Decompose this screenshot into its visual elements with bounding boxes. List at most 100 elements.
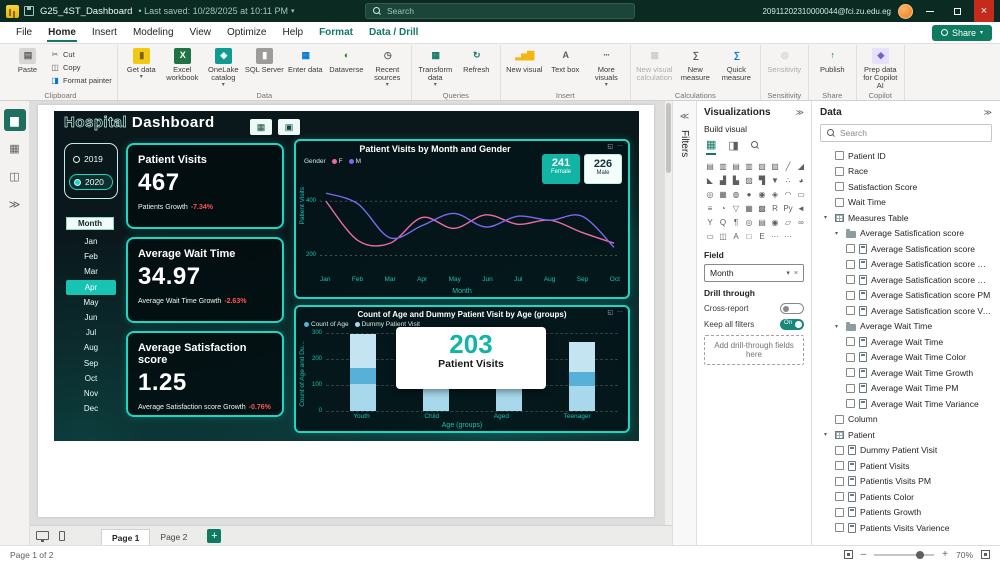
field-checkbox[interactable] — [835, 198, 844, 207]
drill-through-dropzone[interactable]: Add drill-through fields here — [704, 335, 804, 365]
month-item-mar[interactable]: Mar — [66, 264, 116, 279]
prep-data-for-copilot-ai-button[interactable]: ◆Prep data for Copilot AI — [860, 45, 901, 91]
field-well-month[interactable]: Month ▾ × — [704, 264, 804, 282]
quick-measure-button[interactable]: ∑Quick measure — [716, 45, 757, 91]
stacked-area-chart-icon[interactable]: ◣ — [704, 174, 716, 186]
report-page[interactable]: Hospital Dashboard ▦▣ 20192020 Month Jan… — [38, 105, 654, 517]
field-checkbox[interactable] — [846, 260, 855, 269]
menu-help[interactable]: Help — [274, 23, 311, 42]
paste-button[interactable]: ▤Paste — [7, 45, 48, 91]
format-visual-tab-icon[interactable]: ◨ — [728, 139, 738, 154]
field-checkbox[interactable] — [835, 492, 844, 501]
field-checkbox[interactable] — [846, 399, 855, 408]
e-chart-icon[interactable]: E — [756, 230, 768, 242]
field-item-patients-color[interactable]: Patients Color — [820, 489, 992, 505]
page-tab-page-1[interactable]: Page 1 — [101, 529, 150, 545]
month-item-oct[interactable]: Oct — [66, 371, 116, 386]
fit-to-page-icon[interactable] — [844, 550, 853, 559]
close-button[interactable]: × — [974, 0, 994, 22]
field-item-dummy-patient-visit[interactable]: Dummy Patient Visit — [820, 443, 992, 459]
month-item-jan[interactable]: Jan — [66, 234, 116, 249]
pie-chart-icon[interactable]: ◕ — [795, 174, 807, 186]
kpi-card-average-satisfaction[interactable]: Average Satisfaction score 1.25 Average … — [126, 331, 284, 417]
treemap-icon[interactable]: ▦ — [717, 188, 729, 200]
remove-field-icon[interactable]: × — [794, 270, 798, 277]
table-view-icon[interactable]: ▦ — [4, 137, 26, 159]
clustered-column-chart-icon[interactable]: ▥ — [743, 160, 755, 172]
donut-chart-icon[interactable]: ◎ — [704, 188, 716, 200]
stacked-column-chart-icon[interactable]: ▥ — [717, 160, 729, 172]
publish-button[interactable]: ↑Publish — [812, 45, 853, 91]
field-checkbox[interactable] — [846, 275, 855, 284]
data-search-input[interactable] — [840, 128, 985, 138]
collapse-pane-icon[interactable]: ≫ — [796, 108, 804, 117]
text-slicer-icon[interactable]: A — [730, 230, 742, 242]
add-page-button[interactable]: + — [207, 529, 221, 543]
month-item-jun[interactable]: Jun — [66, 310, 116, 325]
legend-item-m[interactable]: M — [349, 158, 361, 165]
clustered-bar-chart-icon[interactable]: ▤ — [730, 160, 742, 172]
field-checkbox[interactable] — [846, 244, 855, 253]
python-visual-icon[interactable]: Py — [782, 202, 794, 214]
field-checkbox[interactable] — [835, 415, 844, 424]
field-checkbox[interactable] — [846, 353, 855, 362]
desktop-view-icon[interactable] — [36, 531, 49, 540]
restore-button[interactable] — [947, 0, 967, 22]
year-slicer[interactable]: 20192020 — [64, 143, 118, 199]
map-icon[interactable]: ◍ — [730, 188, 742, 200]
bar-chart-visual[interactable]: ◱··· Count of Age and Dummy Patient Visi… — [294, 305, 630, 433]
100-stacked-column-chart-icon[interactable]: ▨ — [769, 160, 781, 172]
visual-header-icons[interactable]: ◱··· — [607, 143, 623, 150]
report-view-icon[interactable]: ▆ — [4, 109, 26, 131]
card-icon[interactable]: ▭ — [795, 188, 807, 200]
field-dropdown-icon[interactable]: ▾ — [786, 269, 790, 277]
dataverse-button[interactable]: ◐Dataverse — [326, 45, 367, 91]
bar-teenager[interactable] — [569, 342, 595, 411]
expand-chevron-icon[interactable]: ▾ — [835, 230, 842, 237]
month-item-dec[interactable]: Dec — [66, 401, 116, 416]
transform-data-button[interactable]: ▦Transform data▾ — [415, 45, 456, 91]
field-item-average-satisfication-score-pm[interactable]: Average Satisfication score PM — [820, 288, 992, 304]
funnel-chart-icon[interactable]: ▼ — [769, 174, 781, 186]
line-clustered-column-chart-icon[interactable]: ▙ — [730, 174, 742, 186]
menu-home[interactable]: Home — [40, 23, 84, 42]
scatter-chart-icon[interactable]: ∴ — [782, 174, 794, 186]
new-card-icon[interactable]: ▭ — [704, 230, 716, 242]
enter-data-button[interactable]: ▦Enter data — [285, 45, 326, 91]
gauge-icon[interactable]: ◠ — [782, 188, 794, 200]
canvas-scrollbar[interactable] — [665, 101, 672, 525]
format-painter-button[interactable]: ◨Format painter — [50, 75, 112, 85]
bookmark-icon[interactable]: ▦ — [250, 119, 272, 135]
field-item-average-satisfication-score-gro[interactable]: Average Satisfication score Gro... — [820, 272, 992, 288]
menu-optimize[interactable]: Optimize — [219, 23, 274, 42]
visual-header-icons[interactable]: ◱··· — [607, 309, 623, 316]
dax-query-view-icon[interactable]: ≫ — [4, 193, 26, 215]
line-chart-icon[interactable]: ╱ — [782, 160, 794, 172]
menu-modeling[interactable]: Modeling — [125, 23, 182, 42]
field-item-patient-visits[interactable]: Patient Visits — [820, 458, 992, 474]
kpi-card-patient-visits[interactable]: Patient Visits 467 Patients Growth-7.34% — [126, 143, 284, 229]
reset-filters-icon[interactable]: ▣ — [278, 119, 300, 135]
recent-sources-button[interactable]: ◷Recent sources▾ — [367, 45, 408, 91]
legend-item-count-of-age[interactable]: Count of Age — [304, 321, 349, 328]
text-box-button[interactable]: AText box — [545, 45, 586, 91]
field-item-patients-growth[interactable]: Patients Growth — [820, 505, 992, 521]
line-chart-plot[interactable] — [320, 181, 620, 273]
field-item-measures-table[interactable]: ▾Measures Table — [820, 210, 992, 226]
button-slicer-icon[interactable]: □ — [743, 230, 755, 242]
azure-map-icon[interactable]: ◈ — [769, 188, 781, 200]
zoom-slider[interactable] — [874, 554, 934, 556]
field-checkbox[interactable] — [846, 291, 855, 300]
menu-data-drill[interactable]: Data / Drill — [361, 23, 426, 42]
field-checkbox[interactable] — [835, 461, 844, 470]
cut-button[interactable]: ✂Cut — [50, 49, 112, 59]
kpi-icon[interactable]: ◔ — [717, 202, 729, 214]
user-email[interactable]: 20911202310000044@fci.zu.edu.eg — [762, 7, 891, 16]
month-item-apr[interactable]: Apr — [66, 280, 116, 295]
data-search[interactable] — [820, 124, 992, 142]
cross-report-toggle[interactable] — [780, 303, 804, 314]
more-options-icon[interactable]: ··· — [782, 230, 794, 242]
copy-button[interactable]: ◫Copy — [50, 62, 112, 72]
field-item-average-wait-time-color[interactable]: Average Wait Time Color — [820, 350, 992, 366]
field-checkbox[interactable] — [846, 306, 855, 315]
